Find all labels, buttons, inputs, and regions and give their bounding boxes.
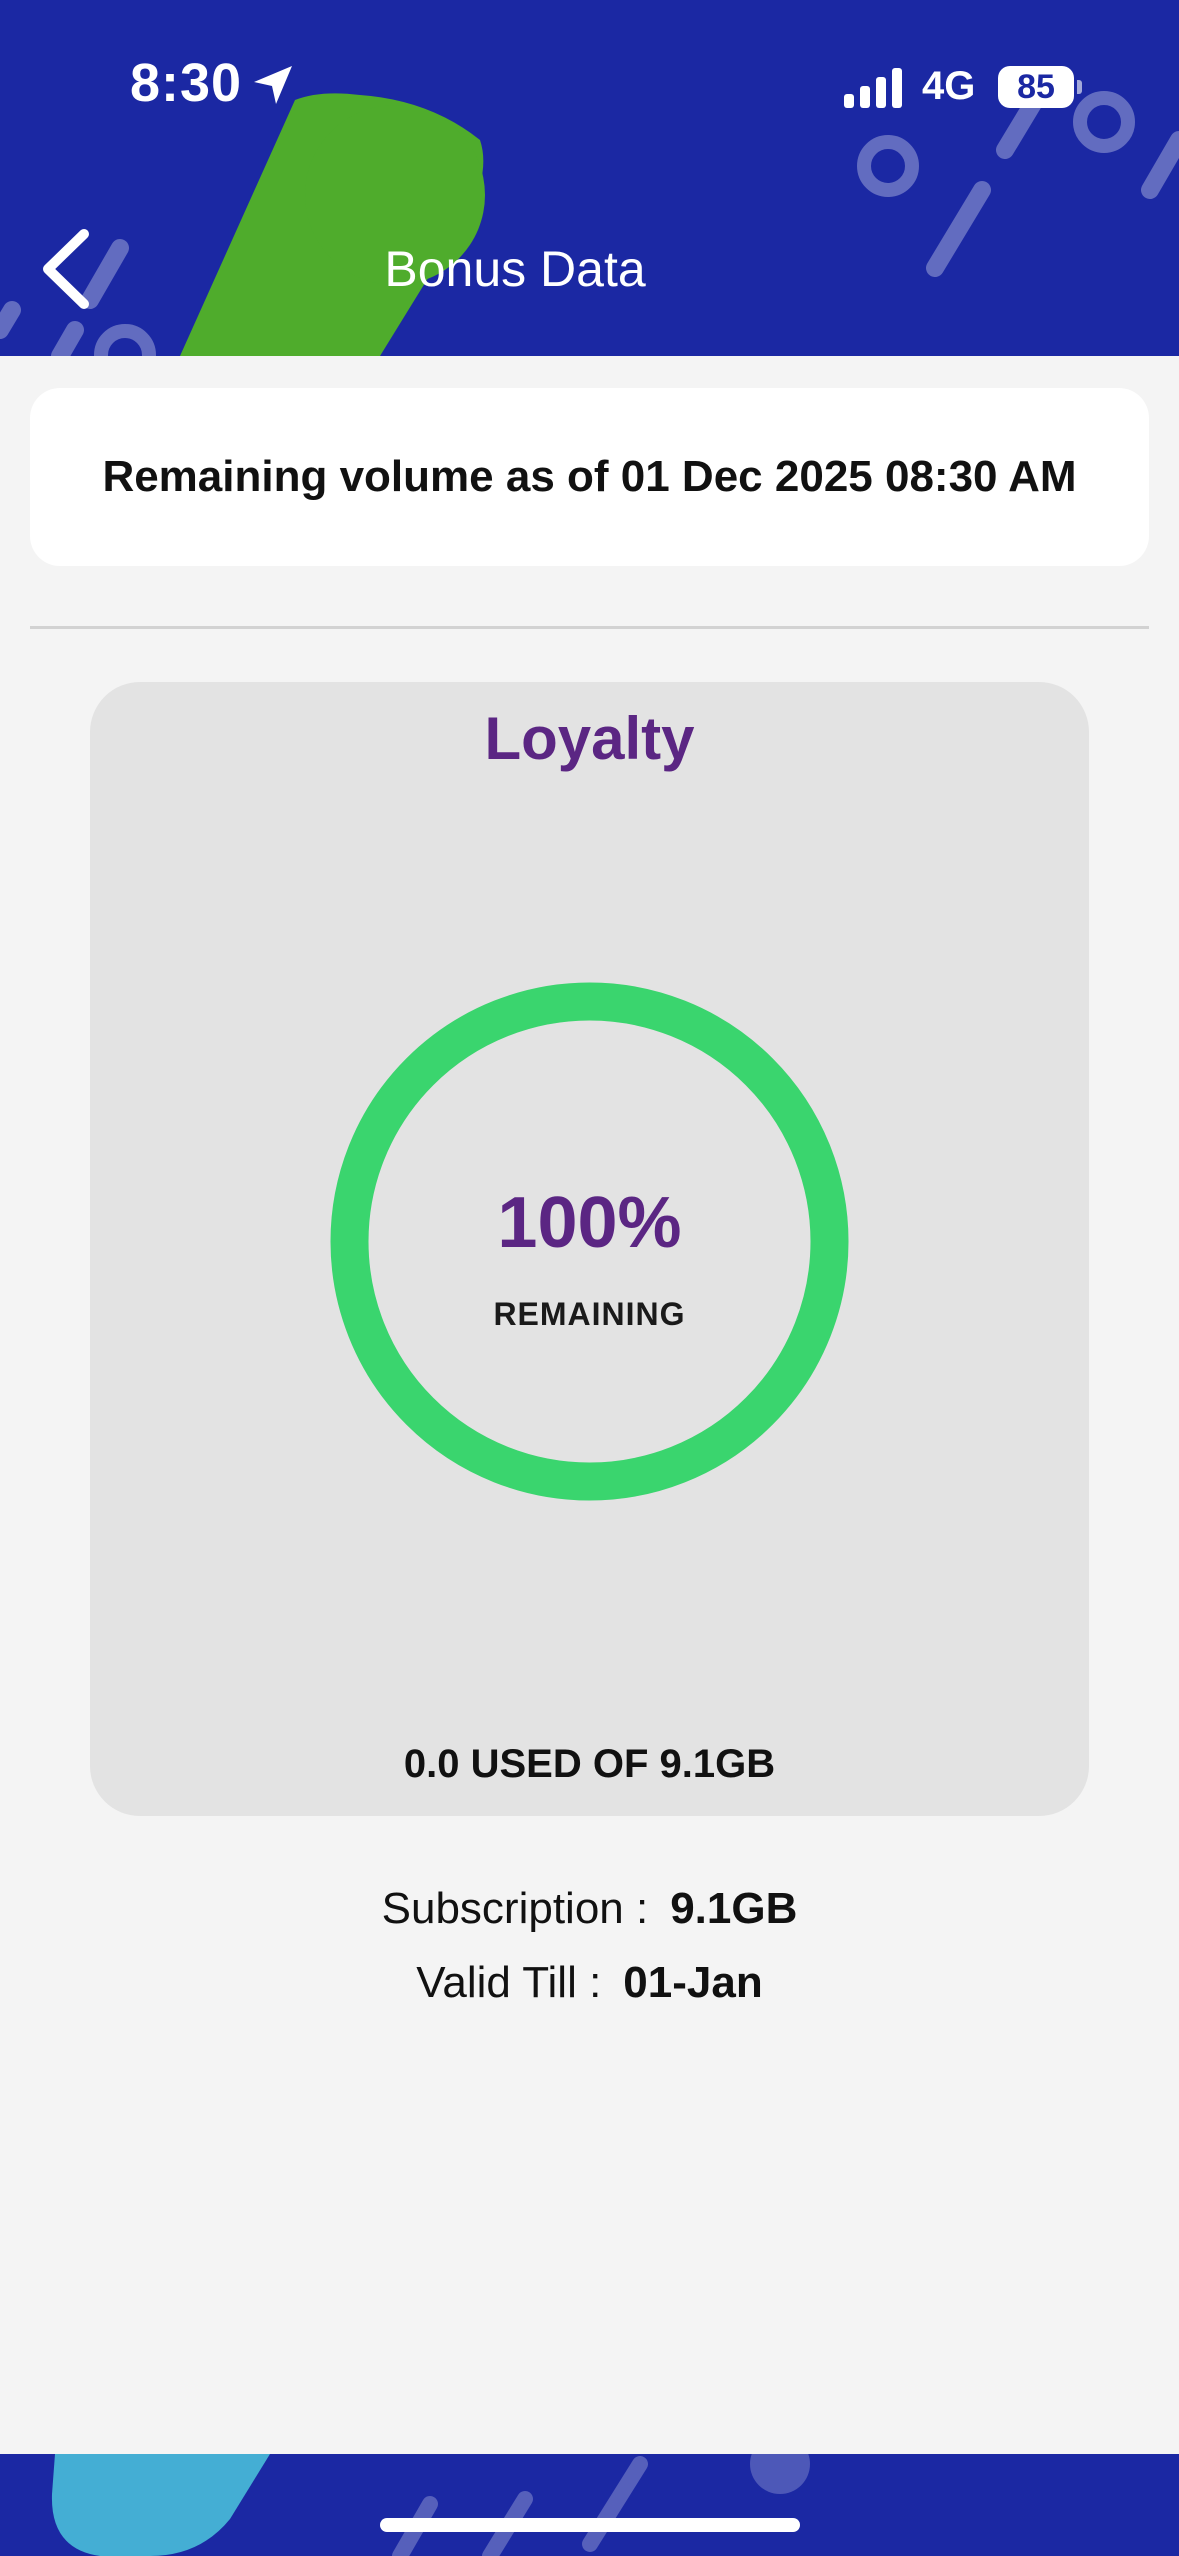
valid-till-value: 01-Jan (623, 1958, 763, 2007)
loyalty-title: Loyalty (484, 705, 695, 772)
footer (0, 2454, 1179, 2556)
battery-tip (1077, 80, 1082, 94)
divider (30, 626, 1149, 629)
remaining-label: REMAINING (493, 1296, 686, 1332)
footer-decoration (51, 2454, 810, 2556)
location-arrow-icon (254, 66, 292, 104)
remaining-volume-card: Remaining volume as of 01 Dec 2025 08:30… (30, 388, 1149, 566)
remaining-percent: 100% (497, 1183, 682, 1263)
status-time: 8:30 (130, 53, 243, 113)
remaining-volume-text: Remaining volume as of 01 Dec 2025 08:30… (102, 452, 1077, 501)
battery-icon: 85 (998, 66, 1074, 108)
valid-till-row: Valid Till : 01-Jan (0, 1958, 1179, 2008)
bonus-data-screen: 8:30 4G 85 Bonus Data Remaining volume a… (0, 0, 1179, 2556)
loyalty-card: Loyalty 100% REMAINING 0.0 USED OF 9.1GB (90, 682, 1089, 1816)
subscription-row: Subscription : 9.1GB (0, 1884, 1179, 1934)
subscription-value: 9.1GB (670, 1884, 798, 1933)
subscription-label: Subscription : (381, 1884, 649, 1933)
usage-text: 0.0 USED OF 9.1GB (403, 1742, 776, 1786)
battery-level: 85 (1017, 68, 1055, 106)
header: 8:30 4G 85 Bonus Data (0, 0, 1179, 356)
cellular-signal-icon (844, 68, 902, 108)
valid-till-label: Valid Till : (416, 1958, 602, 2007)
home-indicator[interactable] (380, 2518, 800, 2532)
page-title: Bonus Data (384, 241, 646, 297)
network-type: 4G (922, 64, 976, 108)
remaining-ring: 100% REMAINING (330, 982, 849, 1501)
